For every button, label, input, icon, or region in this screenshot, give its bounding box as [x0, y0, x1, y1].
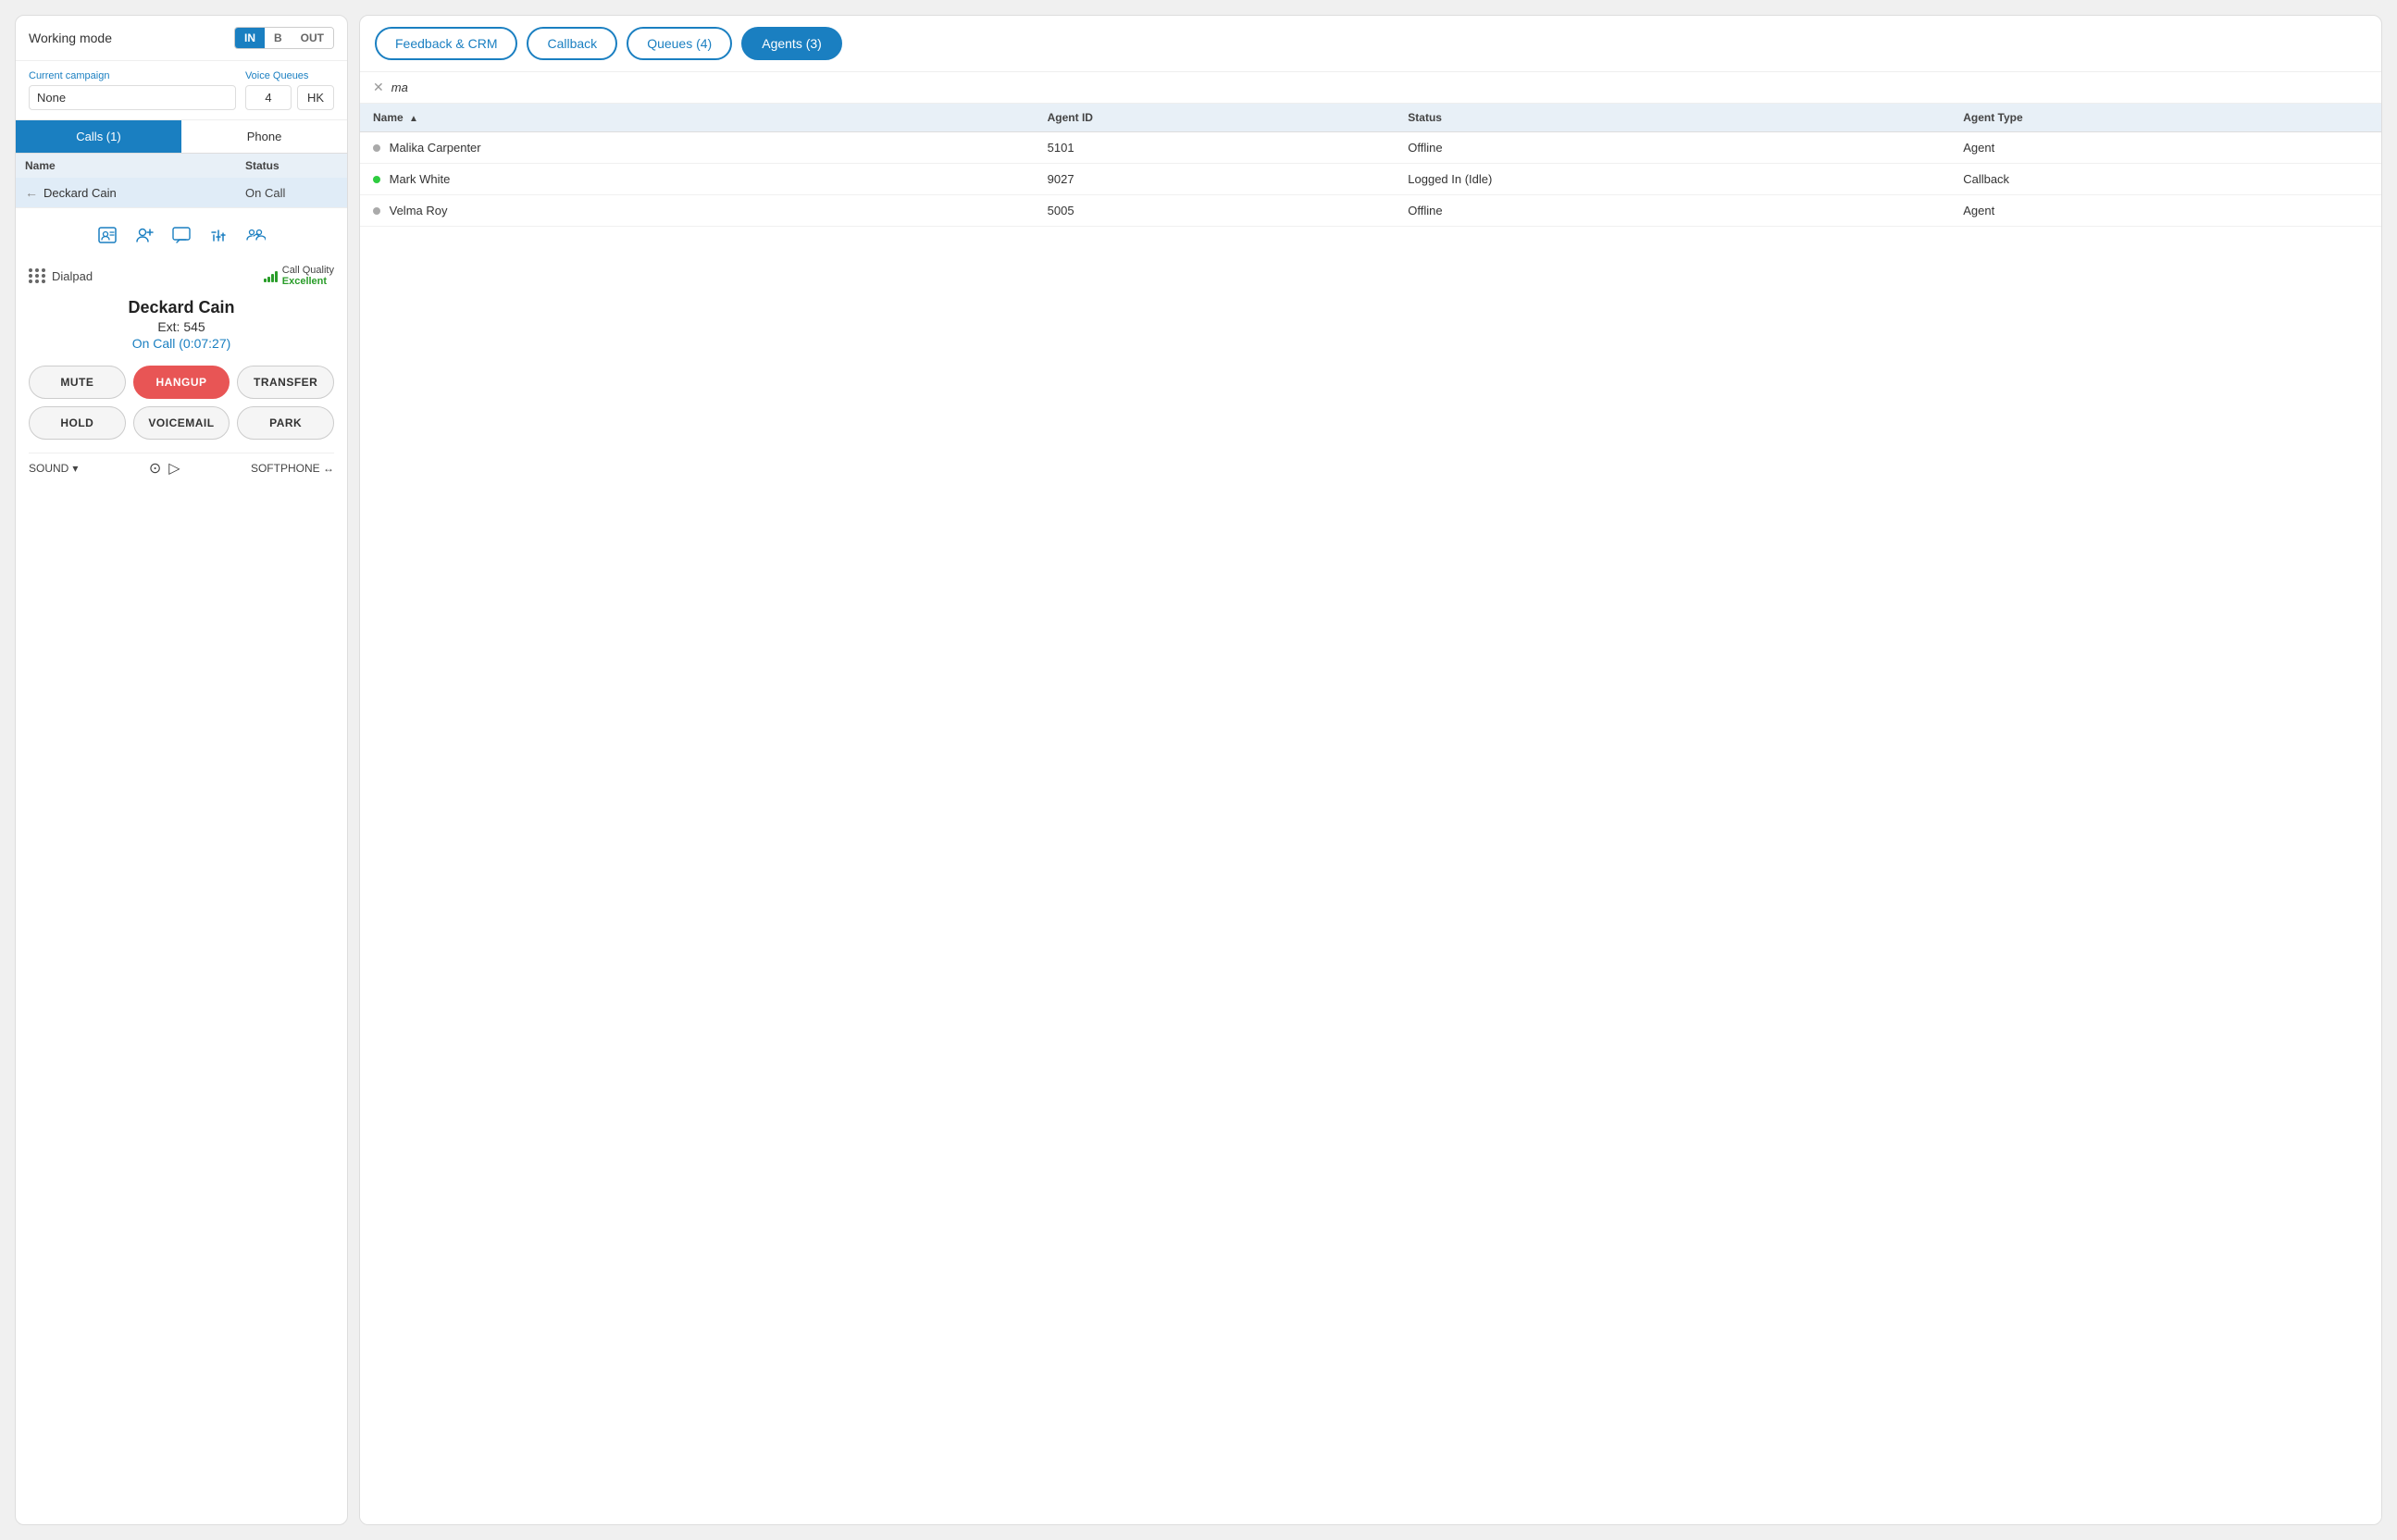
search-input[interactable]	[391, 81, 2368, 94]
audio-settings-icon[interactable]	[208, 225, 229, 250]
agent-name-cell: Velma Roy	[360, 195, 1035, 227]
action-row-2: HOLD VOICEMAIL PARK	[29, 406, 334, 440]
calls-col-name-header: Name	[25, 159, 245, 172]
agent-status-cell: Offline	[1395, 195, 1950, 227]
empty-area	[360, 227, 2381, 1524]
play-button[interactable]: ▷	[168, 459, 180, 478]
offline-status-dot	[373, 207, 380, 215]
calls-phone-tabs: Calls (1) Phone	[16, 120, 347, 154]
calls-row-name: ← Deckard Cain	[25, 185, 245, 200]
calls-row-status: On Call	[245, 186, 338, 200]
add-contact-icon[interactable]	[134, 225, 155, 250]
hk-badge: HK	[297, 85, 334, 110]
hold-button[interactable]: HOLD	[29, 406, 126, 440]
caller-info: Deckard Cain Ext: 545 On Call (0:07:27)	[29, 298, 334, 351]
mode-btn-group: IN B OUT	[234, 27, 334, 49]
quality-value: Excellent	[282, 276, 334, 287]
call-quality: Call Quality Excellent	[264, 265, 334, 287]
dialpad-dots-icon	[29, 268, 46, 283]
campaign-value: None	[29, 85, 236, 110]
sound-row: SOUND ▾ ⊙ ▷ SOFTPHONE ↔	[29, 453, 334, 478]
col-header-name[interactable]: Name ▲	[360, 104, 1035, 132]
mute-button[interactable]: MUTE	[29, 366, 126, 399]
chevron-down-icon: ▾	[72, 462, 78, 475]
softphone-toggle[interactable]: SOFTPHONE ↔	[251, 462, 334, 475]
voicemail-button[interactable]: VOICEMAIL	[133, 406, 230, 440]
group-transfer-icon[interactable]	[245, 225, 266, 250]
col-header-status: Status	[1395, 104, 1950, 132]
campaign-section: Current campaign None	[29, 70, 236, 110]
agent-type-cell: Agent	[1950, 132, 2381, 164]
callback-tab[interactable]: Callback	[527, 27, 617, 60]
online-status-dot	[373, 176, 380, 183]
record-button[interactable]: ⊙	[149, 459, 161, 478]
table-row[interactable]: Velma Roy 5005 Offline Agent	[360, 195, 2381, 227]
dialpad-quality-row: Dialpad Call Quality Excellent	[29, 265, 334, 287]
agents-search-bar: ✕	[360, 72, 2381, 104]
sort-arrow-icon: ▲	[409, 114, 418, 124]
signal-bars-icon	[264, 269, 278, 282]
agent-name-cell: Malika Carpenter	[360, 132, 1035, 164]
action-row-1: MUTE HANGUP TRANSFER	[29, 366, 334, 399]
campaign-label: Current campaign	[29, 70, 236, 81]
mode-out-button[interactable]: OUT	[292, 28, 333, 48]
calls-tab[interactable]: Calls (1)	[16, 120, 181, 154]
col-header-agent-type: Agent Type	[1950, 104, 2381, 132]
sound-toggle[interactable]: SOUND ▾	[29, 462, 78, 475]
phone-area: Dialpad Call Quality Excellent	[16, 207, 347, 1524]
caller-ext: Ext: 545	[29, 319, 334, 334]
queues-row: 4 HK	[245, 85, 334, 110]
dialpad-text: Dialpad	[52, 269, 93, 283]
col-header-agent-id: Agent ID	[1035, 104, 1396, 132]
contact-card-icon[interactable]	[97, 225, 118, 250]
queues-section: Voice Queues 4 HK	[245, 70, 334, 110]
left-panel: Working mode IN B OUT Current campaign N…	[15, 15, 348, 1525]
working-mode-title: Working mode	[29, 31, 225, 45]
calls-table-header: Name Status	[16, 154, 347, 178]
agent-status-cell: Offline	[1395, 132, 1950, 164]
dialpad-label[interactable]: Dialpad	[29, 268, 93, 283]
table-row[interactable]: ← Deckard Cain On Call	[16, 178, 347, 207]
agent-name-cell: Mark White	[360, 164, 1035, 195]
agent-status-cell: Logged In (Idle)	[1395, 164, 1950, 195]
agent-id-cell: 5101	[1035, 132, 1396, 164]
table-row[interactable]: Mark White 9027 Logged In (Idle) Callbac…	[360, 164, 2381, 195]
feedback-crm-tab[interactable]: Feedback & CRM	[375, 27, 517, 60]
chat-icon[interactable]	[171, 225, 192, 250]
mode-in-button[interactable]: IN	[235, 28, 265, 48]
right-panel: Feedback & CRM Callback Queues (4) Agent…	[359, 15, 2382, 1525]
play-controls: ⊙ ▷	[149, 459, 180, 478]
queues-value: 4	[245, 85, 292, 110]
queues-tab[interactable]: Queues (4)	[627, 27, 732, 60]
mode-b-button[interactable]: B	[265, 28, 292, 48]
park-button[interactable]: PARK	[237, 406, 334, 440]
calls-col-status-header: Status	[245, 159, 338, 172]
queues-label: Voice Queues	[245, 70, 334, 81]
back-arrow-icon: ←	[25, 185, 38, 200]
phone-icons-row	[29, 221, 334, 250]
agent-type-cell: Callback	[1950, 164, 2381, 195]
agents-table: Name ▲ Agent ID Status Agent Type Malika…	[360, 104, 2381, 227]
agent-id-cell: 5005	[1035, 195, 1396, 227]
phone-tab[interactable]: Phone	[181, 120, 347, 154]
clear-search-icon[interactable]: ✕	[373, 80, 384, 95]
top-nav: Feedback & CRM Callback Queues (4) Agent…	[360, 16, 2381, 72]
transfer-button[interactable]: TRANSFER	[237, 366, 334, 399]
table-row[interactable]: Malika Carpenter 5101 Offline Agent	[360, 132, 2381, 164]
action-buttons: MUTE HANGUP TRANSFER HOLD VOICEMAIL PARK	[29, 366, 334, 440]
agent-type-cell: Agent	[1950, 195, 2381, 227]
call-timer: On Call (0:07:27)	[29, 336, 334, 351]
quality-label: Call Quality	[282, 265, 334, 276]
working-mode-header: Working mode IN B OUT	[16, 16, 347, 61]
hangup-button[interactable]: HANGUP	[133, 366, 230, 399]
caller-name: Deckard Cain	[29, 298, 334, 317]
offline-status-dot	[373, 144, 380, 152]
agent-id-cell: 9027	[1035, 164, 1396, 195]
agents-tab[interactable]: Agents (3)	[741, 27, 842, 60]
agents-table-header-row: Name ▲ Agent ID Status Agent Type	[360, 104, 2381, 132]
campaign-queues-row: Current campaign None Voice Queues 4 HK	[16, 61, 347, 120]
sound-label-text: SOUND	[29, 462, 68, 475]
calls-table: Name Status ← Deckard Cain On Call	[16, 154, 347, 207]
